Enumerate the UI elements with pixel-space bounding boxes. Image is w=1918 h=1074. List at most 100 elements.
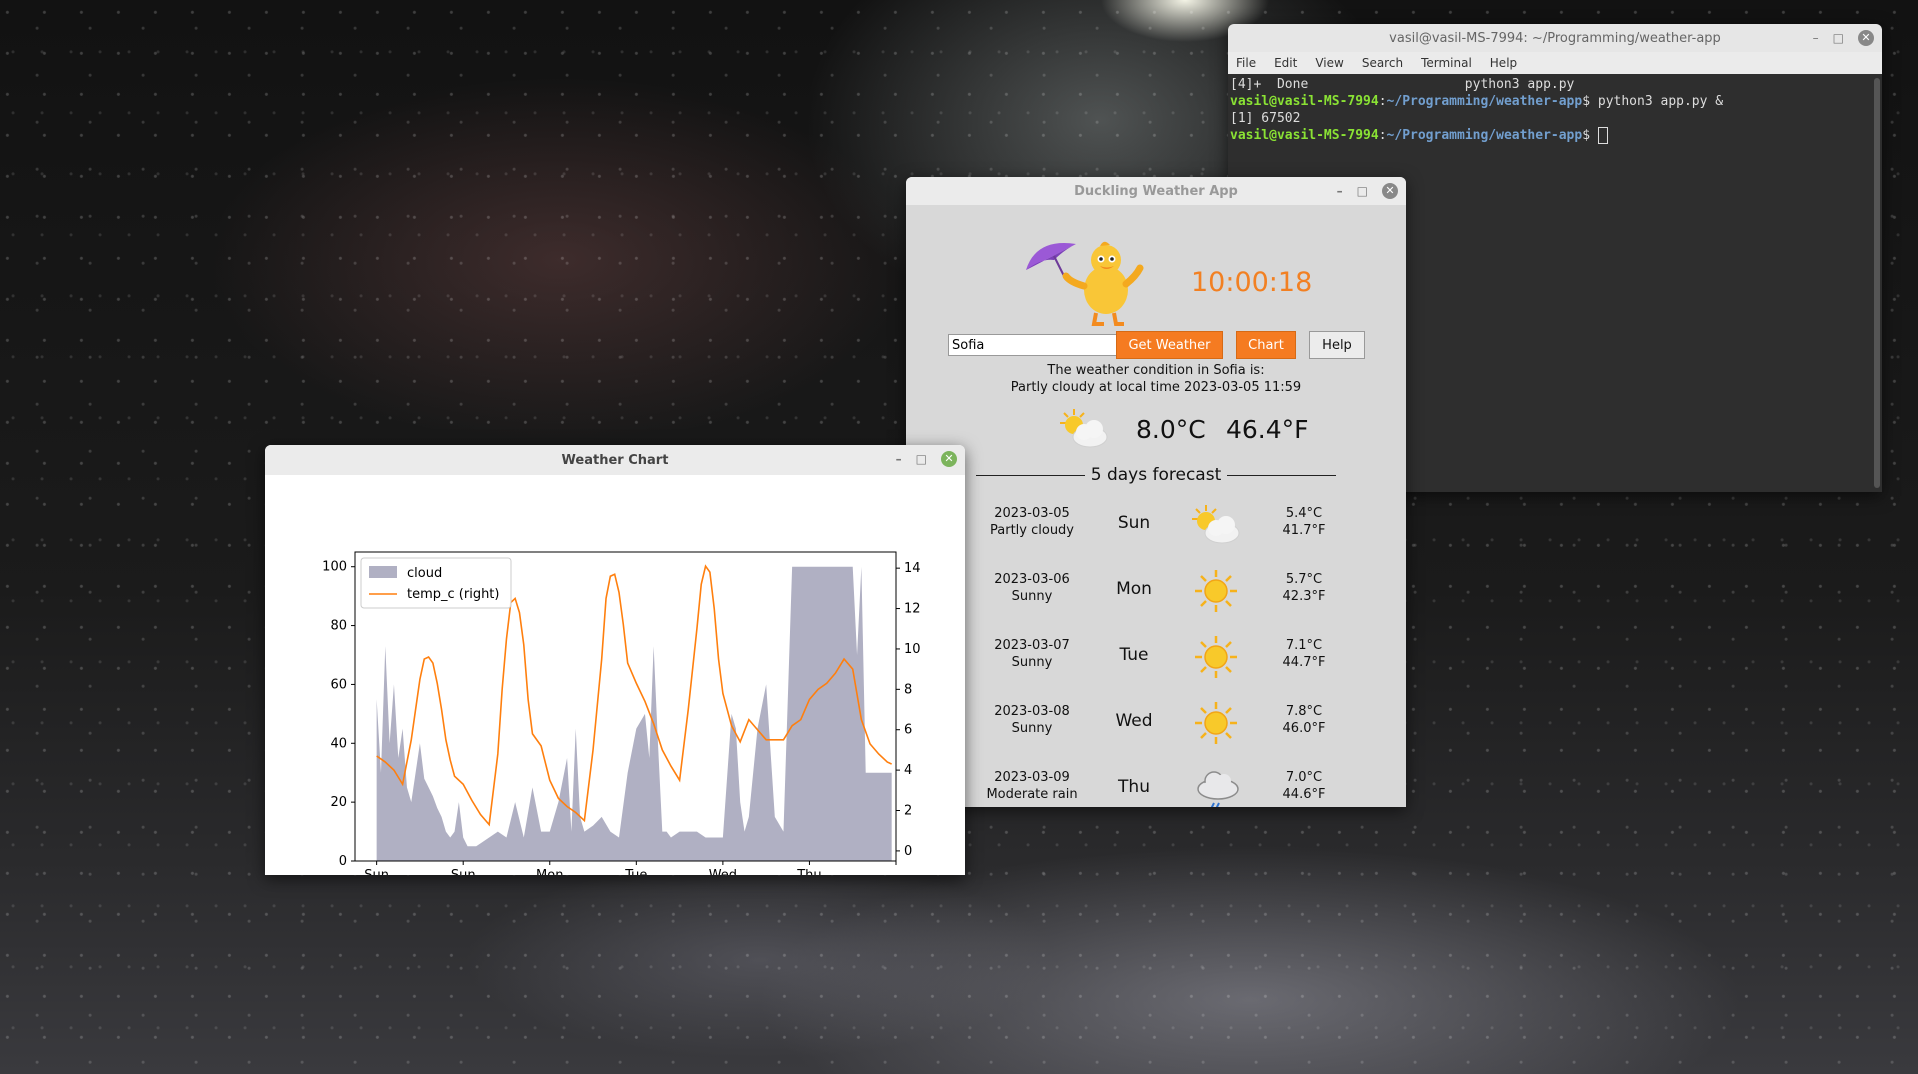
forecast-day: Tue <box>1119 645 1149 665</box>
maximize-icon[interactable]: □ <box>916 452 927 466</box>
forecast-date: 2023-03-08 <box>994 704 1070 719</box>
duckling-logo <box>1024 238 1144 332</box>
weather-title: Duckling Weather App <box>1074 183 1238 199</box>
forecast-date: 2023-03-07 <box>994 638 1070 653</box>
forecast-row: 2023-03-05 Partly cloudy Sun 5.4°C 41.7°… <box>906 501 1406 555</box>
forecast-temp-c: 7.1°C <box>1285 638 1323 653</box>
chart-window-title: Weather Chart <box>561 452 669 468</box>
forecast-header: 5 days forecast <box>976 465 1336 485</box>
close-icon[interactable]: ✕ <box>1858 30 1874 46</box>
y-left-tick-label: 0 <box>339 854 347 869</box>
sunny-icon <box>1194 701 1238 749</box>
close-icon[interactable]: ✕ <box>941 451 957 467</box>
y-right-tick-label: 2 <box>904 804 912 819</box>
x-tick-label: Sun <box>451 868 476 875</box>
prompt-sep: : <box>1378 94 1387 109</box>
duck-umbrella-icon <box>1026 241 1144 326</box>
terminal-cursor <box>1597 127 1608 144</box>
forecast-temp-f: 42.3°F <box>1282 589 1326 604</box>
prompt-sep: : <box>1378 128 1387 143</box>
forecast-day: Mon <box>1116 579 1152 599</box>
condition-line-2: Partly cloudy at local time 2023-03-05 1… <box>1010 380 1302 395</box>
menu-view[interactable]: View <box>1315 56 1343 70</box>
forecast-date: 2023-03-05 <box>994 506 1070 521</box>
menu-edit[interactable]: Edit <box>1274 56 1297 70</box>
terminal-command: python3 app.py & <box>1597 94 1724 109</box>
weather-chart: 02040608010002468101214Sun0:00Sun20:00Mo… <box>265 475 965 875</box>
x-tick-label: Sun <box>364 868 389 875</box>
get-weather-button[interactable]: Get Weather <box>1116 331 1223 359</box>
forecast-condition: Moderate rain <box>986 787 1078 802</box>
x-tick-label: Wed <box>709 868 737 875</box>
terminal-line: [4]+ Done python3 app.py <box>1230 77 1575 92</box>
chart-titlebar[interactable]: Weather Chart – □ ✕ <box>265 445 965 475</box>
forecast-temp-c: 5.7°C <box>1285 572 1323 587</box>
legend-cloud-swatch <box>369 566 397 578</box>
terminal-titlebar[interactable]: vasil@vasil-MS-7994: ~/Programming/weath… <box>1228 24 1882 52</box>
maximize-icon[interactable]: □ <box>1833 31 1844 45</box>
close-icon[interactable]: ✕ <box>1382 183 1398 199</box>
y-right-tick-label: 10 <box>904 642 921 657</box>
chart-window[interactable]: Weather Chart – □ ✕ 0 20 40 60 80 100 0 2 4 6 8 10 1… <box>265 445 965 875</box>
minimize-icon[interactable]: – <box>1337 184 1343 198</box>
forecast-header-label: 5 days forecast <box>1090 465 1222 485</box>
forecast-condition: Sunny <box>1011 589 1053 604</box>
legend-temp-label: temp_c (right) <box>407 587 499 602</box>
help-button[interactable]: Help <box>1309 331 1365 359</box>
cloud-area <box>376 566 892 861</box>
forecast-row: 2023-03-09 Moderate rain Thu 7.0°C 44.6°… <box>906 765 1406 807</box>
x-tick-label: Tue <box>624 868 647 875</box>
sunny-icon <box>1194 569 1238 617</box>
y-left-tick-label: 40 <box>330 736 347 751</box>
forecast-day: Sun <box>1117 513 1151 533</box>
condition-line-1: The weather condition in Sofia is: <box>1047 363 1265 378</box>
forecast-temp-f: 41.7°F <box>1282 523 1326 538</box>
y-right-tick-label: 8 <box>904 682 912 697</box>
prompt-end: $ <box>1582 94 1598 109</box>
x-tick-label: Thu <box>796 868 821 875</box>
clock: 10:00:18 <box>1191 267 1313 298</box>
chart-button[interactable]: Chart <box>1236 331 1296 359</box>
menu-help[interactable]: Help <box>1490 56 1517 70</box>
menu-terminal[interactable]: Terminal <box>1421 56 1472 70</box>
y-right-tick-label: 0 <box>904 844 912 859</box>
forecast-temp-c: 7.0°C <box>1285 770 1323 785</box>
minimize-icon[interactable]: – <box>896 452 902 466</box>
terminal-line: vasil@vasil-MS-7994:~/Programming/weathe… <box>1230 93 1880 110</box>
forecast-date: 2023-03-06 <box>994 572 1070 587</box>
menu-file[interactable]: File <box>1236 56 1256 70</box>
prompt-user: vasil@vasil-MS-7994 <box>1230 94 1379 109</box>
current-temp-c: 8.0°C <box>1136 415 1206 444</box>
forecast-day: Wed <box>1115 711 1153 731</box>
terminal-scrollbar[interactable] <box>1874 78 1880 488</box>
city-input[interactable] <box>948 334 1118 356</box>
maximize-icon[interactable]: □ <box>1357 184 1368 198</box>
terminal-menubar: File Edit View Search Terminal Help <box>1228 52 1882 74</box>
forecast-condition: Sunny <box>1011 655 1053 670</box>
y-right-tick-label: 14 <box>904 561 921 576</box>
sunny-icon <box>1194 635 1238 683</box>
current-weather-icon <box>1056 407 1112 455</box>
prompt-path: ~/Programming/weather-app <box>1386 94 1583 109</box>
forecast-temp-c: 5.4°C <box>1285 506 1323 521</box>
forecast-date: 2023-03-09 <box>994 770 1070 785</box>
minimize-icon[interactable]: – <box>1813 31 1819 45</box>
forecast-row: 2023-03-06 Sunny Mon 5.7°C 42.3°F <box>906 567 1406 621</box>
terminal-line: vasil@vasil-MS-7994:~/Programming/weathe… <box>1230 127 1880 144</box>
divider <box>1227 474 1336 476</box>
weather-titlebar[interactable]: Duckling Weather App – □ ✕ <box>906 177 1406 205</box>
forecast-condition: Sunny <box>1011 721 1053 736</box>
terminal-line: [1] 67502 <box>1230 111 1301 126</box>
weather-app-window[interactable]: Duckling Weather App – □ ✕ 10:00:18 Sofi… <box>906 177 1406 807</box>
forecast-temp-c: 7.8°C <box>1285 704 1323 719</box>
forecast-row: 2023-03-08 Sunny Wed 7.8°C 46.0°F <box>906 699 1406 753</box>
terminal-title: vasil@vasil-MS-7994: ~/Programming/weath… <box>1389 30 1721 46</box>
forecast-temp-f: 46.0°F <box>1282 721 1326 736</box>
y-right-tick-label: 6 <box>904 723 912 738</box>
forecast-temp-f: 44.7°F <box>1282 655 1326 670</box>
forecast-row: 2023-03-07 Sunny Tue 7.1°C 44.7°F <box>906 633 1406 687</box>
y-left-tick-label: 100 <box>322 560 347 575</box>
y-left-tick-label: 80 <box>330 619 347 634</box>
forecast-condition: Partly cloudy <box>990 523 1074 538</box>
menu-search[interactable]: Search <box>1362 56 1403 70</box>
